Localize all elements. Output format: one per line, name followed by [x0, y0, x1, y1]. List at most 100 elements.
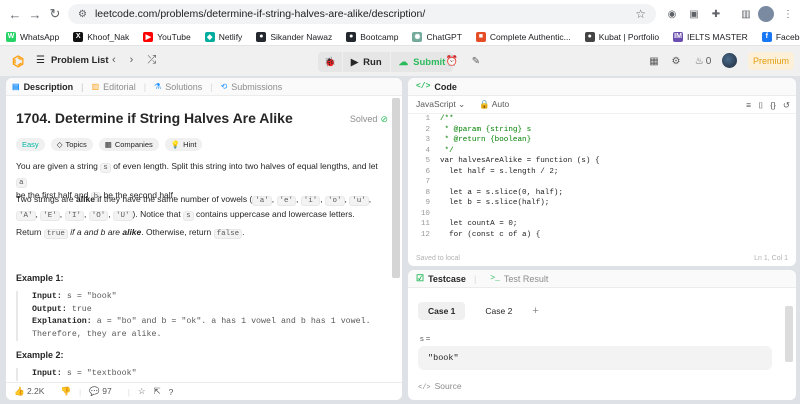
- run-button[interactable]: ▶ Run: [342, 52, 390, 72]
- code-brackets-icon: </>: [416, 82, 431, 91]
- format-lines-icon[interactable]: ≡: [746, 100, 751, 111]
- address-bar[interactable]: ⚙ leetcode.com/problems/determine-if-str…: [68, 4, 656, 24]
- back-arrow-icon[interactable]: ←: [4, 3, 26, 25]
- bookmark-item[interactable]: ● Sikander Nawaz: [256, 31, 332, 42]
- bookmark-item[interactable]: IM IELTS MASTER: [673, 31, 748, 42]
- debug-button[interactable]: 🐞: [318, 52, 342, 72]
- line-text: let half = s.length / 2;: [440, 167, 559, 176]
- extension-icon[interactable]: ▣: [686, 6, 702, 22]
- testcase-scrollbar[interactable]: [785, 306, 793, 362]
- label: Input:: [32, 369, 62, 378]
- tab-result-label: Test Result: [503, 273, 549, 284]
- hint-chip[interactable]: 💡 Hint: [164, 138, 203, 151]
- italic-text: a: [76, 227, 82, 237]
- puzzle-icon[interactable]: ✚: [708, 6, 724, 22]
- language-select[interactable]: JavaScript ⌄: [416, 99, 465, 110]
- bookmark-item[interactable]: ✺ ChatGPT: [412, 31, 462, 42]
- vowel-code: 'U': [113, 210, 133, 221]
- bookmark-item[interactable]: ● Kubat | Portfolio: [584, 31, 659, 42]
- settings-gear-icon[interactable]: ⚙: [668, 53, 684, 69]
- code-header: </> Code: [408, 78, 796, 96]
- layout-grid-icon[interactable]: ▦: [646, 53, 662, 69]
- bookmark-label: Netlify: [218, 31, 243, 42]
- leetcode-logo-icon[interactable]: ⌬: [12, 54, 26, 68]
- bookmark-item[interactable]: X Khoof_Nak: [73, 31, 129, 42]
- code-line: 7: [408, 177, 796, 188]
- tab-test-result[interactable]: >_ Test Result: [490, 274, 548, 284]
- bookmark-favicon-icon: IM: [673, 31, 684, 42]
- case-2-tab[interactable]: Case 2: [475, 302, 522, 320]
- menu-kebab-icon[interactable]: ⋮: [780, 6, 796, 22]
- source-toggle[interactable]: </> Source: [418, 381, 462, 392]
- tab-testcase[interactable]: ☑ Testcase: [416, 273, 466, 284]
- example-2-block: Input: s = "textbook": [16, 368, 386, 381]
- code-line: 1 /**: [408, 114, 796, 125]
- like-count: 2.2K: [26, 386, 45, 396]
- bookmark-item[interactable]: ● Bootcamp: [346, 31, 398, 42]
- shuffle-icon[interactable]: ⤮: [147, 54, 156, 67]
- difficulty-badge[interactable]: Easy: [16, 138, 45, 151]
- code-line: 8 let a = s.slice(0, half);: [408, 188, 796, 199]
- tab-description[interactable]: ▤ Description |: [12, 82, 84, 92]
- camera-icon[interactable]: ◉: [664, 6, 680, 22]
- problem-list-button[interactable]: ☰ Problem List: [36, 55, 109, 66]
- language-label: JavaScript: [416, 99, 456, 109]
- side-panel-icon[interactable]: ▥: [738, 6, 754, 22]
- value: s = "textbook": [66, 369, 137, 378]
- add-case-icon[interactable]: +: [532, 305, 538, 317]
- notes-icon[interactable]: ✎: [468, 53, 484, 69]
- reload-icon[interactable]: ↻: [44, 3, 66, 25]
- tab-solutions[interactable]: ⚗ Solutions |: [154, 82, 213, 92]
- comments-button[interactable]: 💬 97: [89, 386, 119, 397]
- auto-mode[interactable]: 🔒 Auto: [479, 99, 509, 110]
- bookmark-icon[interactable]: ⌷: [758, 100, 763, 111]
- timer-icon[interactable]: ⏰: [444, 53, 460, 69]
- streak-counter[interactable]: ♨ 0: [690, 53, 716, 69]
- user-avatar[interactable]: [722, 53, 737, 68]
- topics-chip[interactable]: ◇ Topics: [50, 138, 93, 151]
- case-1-tab[interactable]: Case 1: [418, 302, 466, 320]
- reset-icon[interactable]: ↺: [783, 100, 790, 111]
- line-text: /**: [440, 115, 454, 123]
- line-number: 11: [420, 220, 430, 228]
- bold-text: alike: [76, 194, 95, 204]
- code-panel: </> Code JavaScript ⌄ 🔒 Auto ≡ ⌷ {} ↺ 1 /…: [408, 78, 796, 266]
- prev-problem-icon[interactable]: ‹: [112, 54, 116, 67]
- premium-button[interactable]: Premium: [748, 52, 794, 70]
- help-icon[interactable]: ?: [169, 387, 174, 397]
- lock-icon: 🔒: [479, 99, 490, 109]
- next-problem-icon[interactable]: ›: [130, 54, 134, 67]
- run-submit-group: 🐞 ▶ Run ☁ Submit: [318, 52, 454, 72]
- braces-icon[interactable]: {}: [770, 100, 776, 111]
- checkbox-icon: ☑: [416, 273, 425, 283]
- list-icon: ☰: [36, 55, 45, 66]
- bookmark-item[interactable]: ◆ Netlify: [204, 31, 243, 42]
- paragraph-3: Return true if a and b are alike. Otherw…: [16, 226, 386, 241]
- favorite-star-icon[interactable]: ☆: [138, 386, 146, 397]
- bookmark-item[interactable]: ▶ YouTube: [143, 31, 191, 42]
- companies-chip[interactable]: ▦ Companies: [98, 138, 159, 151]
- line-number: 12: [420, 230, 430, 239]
- description-panel: ▤ Description | ▥ Editorial | ⚗ Solution…: [6, 78, 402, 400]
- bug-icon: 🐞: [324, 56, 336, 68]
- description-scrollbar[interactable]: [392, 98, 400, 278]
- bookmark-item[interactable]: ■ Complete Authentic...: [475, 31, 571, 42]
- tab-editorial[interactable]: ▥ Editorial |: [92, 82, 146, 92]
- bookmark-item[interactable]: W WhatsApp: [6, 31, 59, 42]
- hint-label: Hint: [183, 140, 197, 149]
- dislike-icon[interactable]: 👎: [60, 386, 71, 397]
- code-line: 9 let b = s.slice(half);: [408, 198, 796, 209]
- label: Explanation:: [32, 317, 92, 326]
- like-button[interactable]: 👍 2.2K: [14, 386, 52, 397]
- history-icon: ⟲: [220, 82, 228, 91]
- site-info-icon[interactable]: ⚙: [78, 9, 87, 20]
- variable-input[interactable]: "book": [418, 346, 772, 370]
- bookmark-label: Facebook Live: [775, 31, 800, 42]
- tab-submissions[interactable]: ⟲ Submissions: [221, 82, 283, 92]
- bookmark-item[interactable]: fFacebook Live: [761, 31, 800, 42]
- bookmark-star-icon[interactable]: ☆: [635, 7, 646, 21]
- code-editor[interactable]: 1/** 2 * @param {string} s3 * @return {bo…: [408, 114, 796, 242]
- share-icon[interactable]: ⇱: [154, 386, 161, 397]
- profile-avatar-icon[interactable]: [758, 6, 774, 22]
- forward-arrow-icon[interactable]: →: [24, 3, 46, 25]
